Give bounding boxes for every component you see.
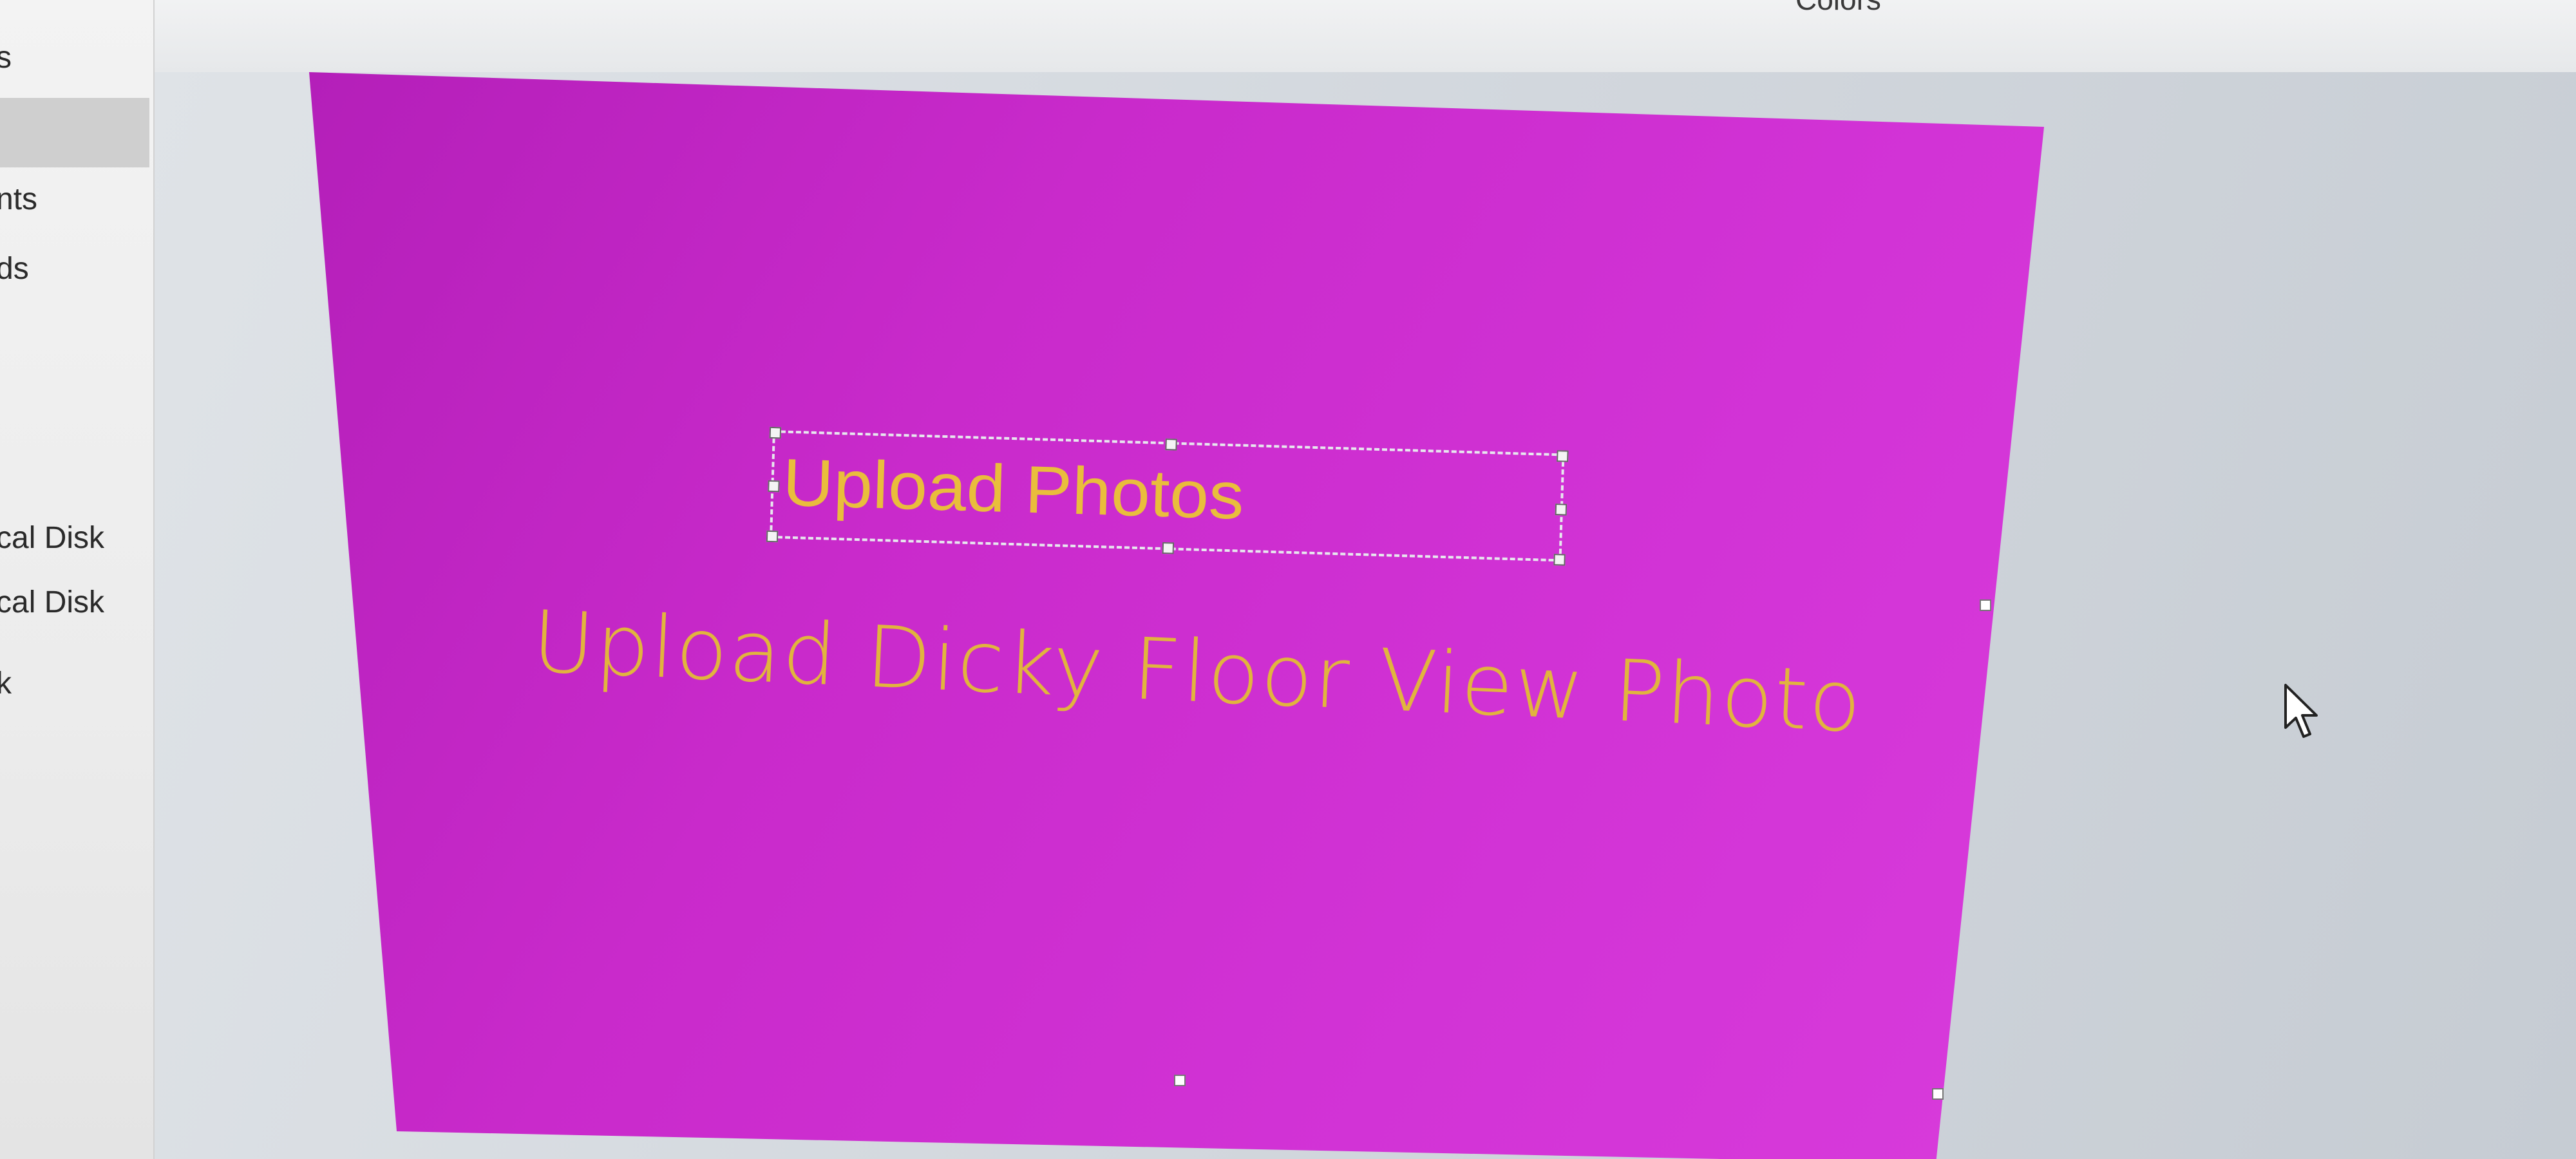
colors-button-label[interactable]: Colors	[1795, 0, 1881, 17]
selection-handle-right[interactable]	[1555, 504, 1567, 516]
nav-item-local-disk-c[interactable]: cal Disk	[0, 520, 104, 556]
selection-handle-top-right[interactable]	[1557, 450, 1569, 462]
selection-handle-bottom-right[interactable]	[1553, 554, 1566, 566]
mouse-pointer-icon	[2284, 684, 2318, 738]
powerpoint-window: s nts ds cal Disk cal Disk k Colors Uplo…	[0, 0, 2576, 1159]
nav-item-network[interactable]: k	[0, 666, 12, 701]
slide-editing-area[interactable]: Upload Photos Upload Dicky Floor View Ph…	[155, 72, 2576, 1159]
slide-resize-handle-bottom[interactable]	[1174, 1075, 1186, 1086]
selection-handle-left[interactable]	[768, 480, 780, 493]
ribbon-toolbar: Colors	[155, 0, 2576, 73]
nav-selected-highlight[interactable]	[0, 98, 149, 167]
slide-resize-handle-right[interactable]	[1980, 599, 1991, 611]
nav-item-documents[interactable]: nts	[0, 182, 37, 217]
nav-item-downloads[interactable]: ds	[0, 251, 29, 287]
selection-handle-bottom[interactable]	[1162, 542, 1175, 554]
nav-item-local-disk-d[interactable]: cal Disk	[0, 585, 104, 620]
slide-title-text[interactable]: Upload Photos	[782, 446, 1245, 534]
selection-handle-bottom-left[interactable]	[766, 530, 779, 543]
nav-item-1[interactable]: s	[0, 40, 12, 75]
slide-resize-handle-bottom-right[interactable]	[1932, 1088, 1944, 1100]
file-explorer-nav-pane: s nts ds cal Disk cal Disk k	[0, 0, 155, 1159]
selection-handle-top[interactable]	[1165, 438, 1177, 451]
selection-handle-top-left[interactable]	[769, 426, 782, 439]
